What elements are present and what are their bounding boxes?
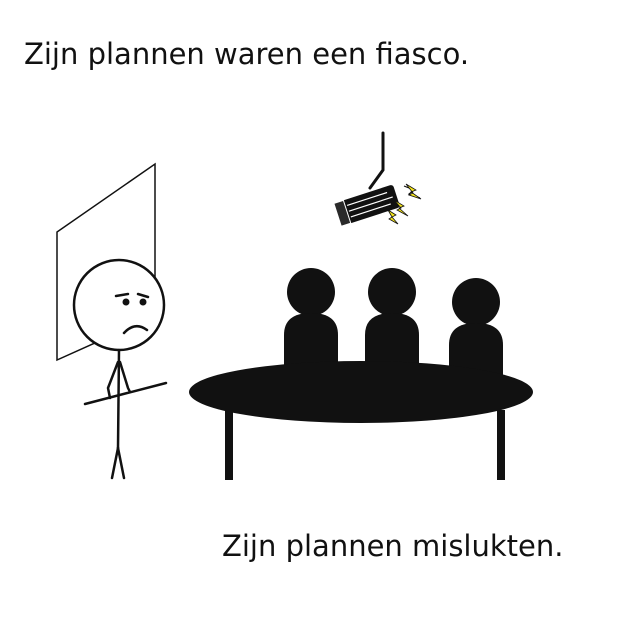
- table-leg-left: [225, 410, 233, 480]
- presenter-leg-left: [110, 446, 120, 480]
- presenter-arm-right: [118, 360, 132, 394]
- spark-bolt-3: [387, 209, 399, 225]
- presenter-leg-right: [116, 446, 126, 480]
- spark-bolt-1-fill: [405, 183, 422, 200]
- meeting-table-icon: [189, 361, 533, 480]
- table-leg-right: [497, 410, 505, 480]
- comic-panel: Zijn plannen waren een fiasco. Zijn plan…: [0, 0, 630, 630]
- presenter-arm-left: [106, 360, 120, 400]
- presenter-pointer: [83, 381, 168, 406]
- stick-figure-presenter-icon: [72, 258, 168, 480]
- caption-bottom: Zijn plannen mislukten.: [222, 529, 564, 563]
- presenter-eye-left: [122, 298, 130, 306]
- projector-mount: [368, 131, 385, 190]
- projector-sparking-icon: [333, 131, 422, 227]
- presenter-head: [72, 258, 166, 352]
- presenter-eye-right: [139, 298, 147, 306]
- table-top: [189, 361, 533, 423]
